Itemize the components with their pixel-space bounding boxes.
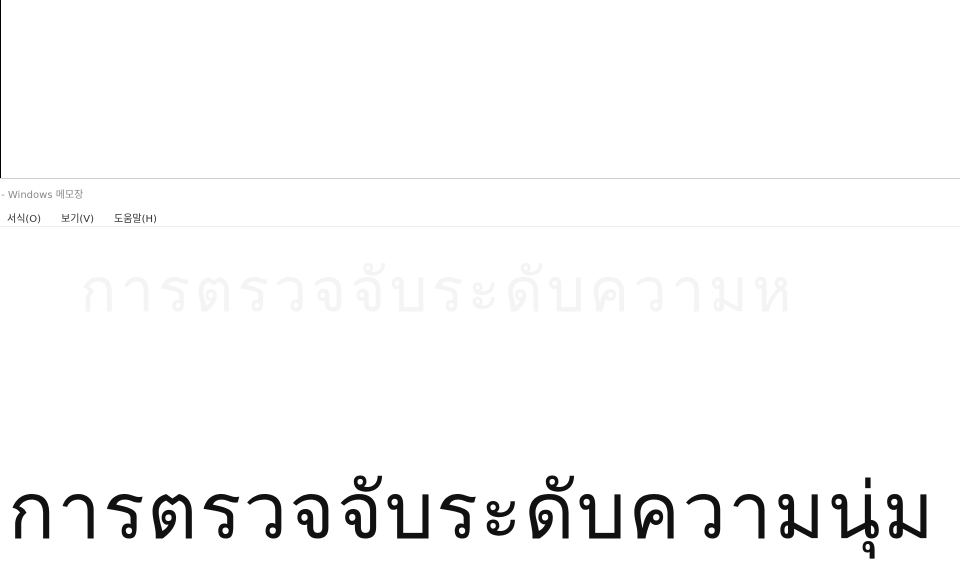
window-title: t - Windows 메모장 bbox=[0, 190, 84, 201]
faded-text: การตรวจจับระดับความห bbox=[80, 256, 796, 326]
title-bar[interactable]: t - Windows 메모장 bbox=[0, 179, 960, 203]
menu-format[interactable]: 서식(O) bbox=[7, 210, 41, 225]
screen: t - Windows 메모장 서식(O) 보기(V) 도움말(H) การตร… bbox=[0, 0, 960, 581]
text-editor[interactable]: การตรวจจับระดับความห การตรวจจับระดับความ… bbox=[0, 227, 960, 581]
menu-help[interactable]: 도움말(H) bbox=[114, 210, 157, 225]
menu-view[interactable]: 보기(V) bbox=[61, 210, 94, 225]
menu-bar: 서식(O) 보기(V) 도움말(H) bbox=[0, 206, 960, 227]
notepad-window: t - Windows 메모장 서식(O) 보기(V) 도움말(H) การตร… bbox=[0, 179, 960, 581]
background-area bbox=[0, 0, 960, 179]
editor-content[interactable]: การตรวจจับระดับความนุ่ม bbox=[8, 473, 936, 551]
divider-line bbox=[0, 0, 1, 179]
